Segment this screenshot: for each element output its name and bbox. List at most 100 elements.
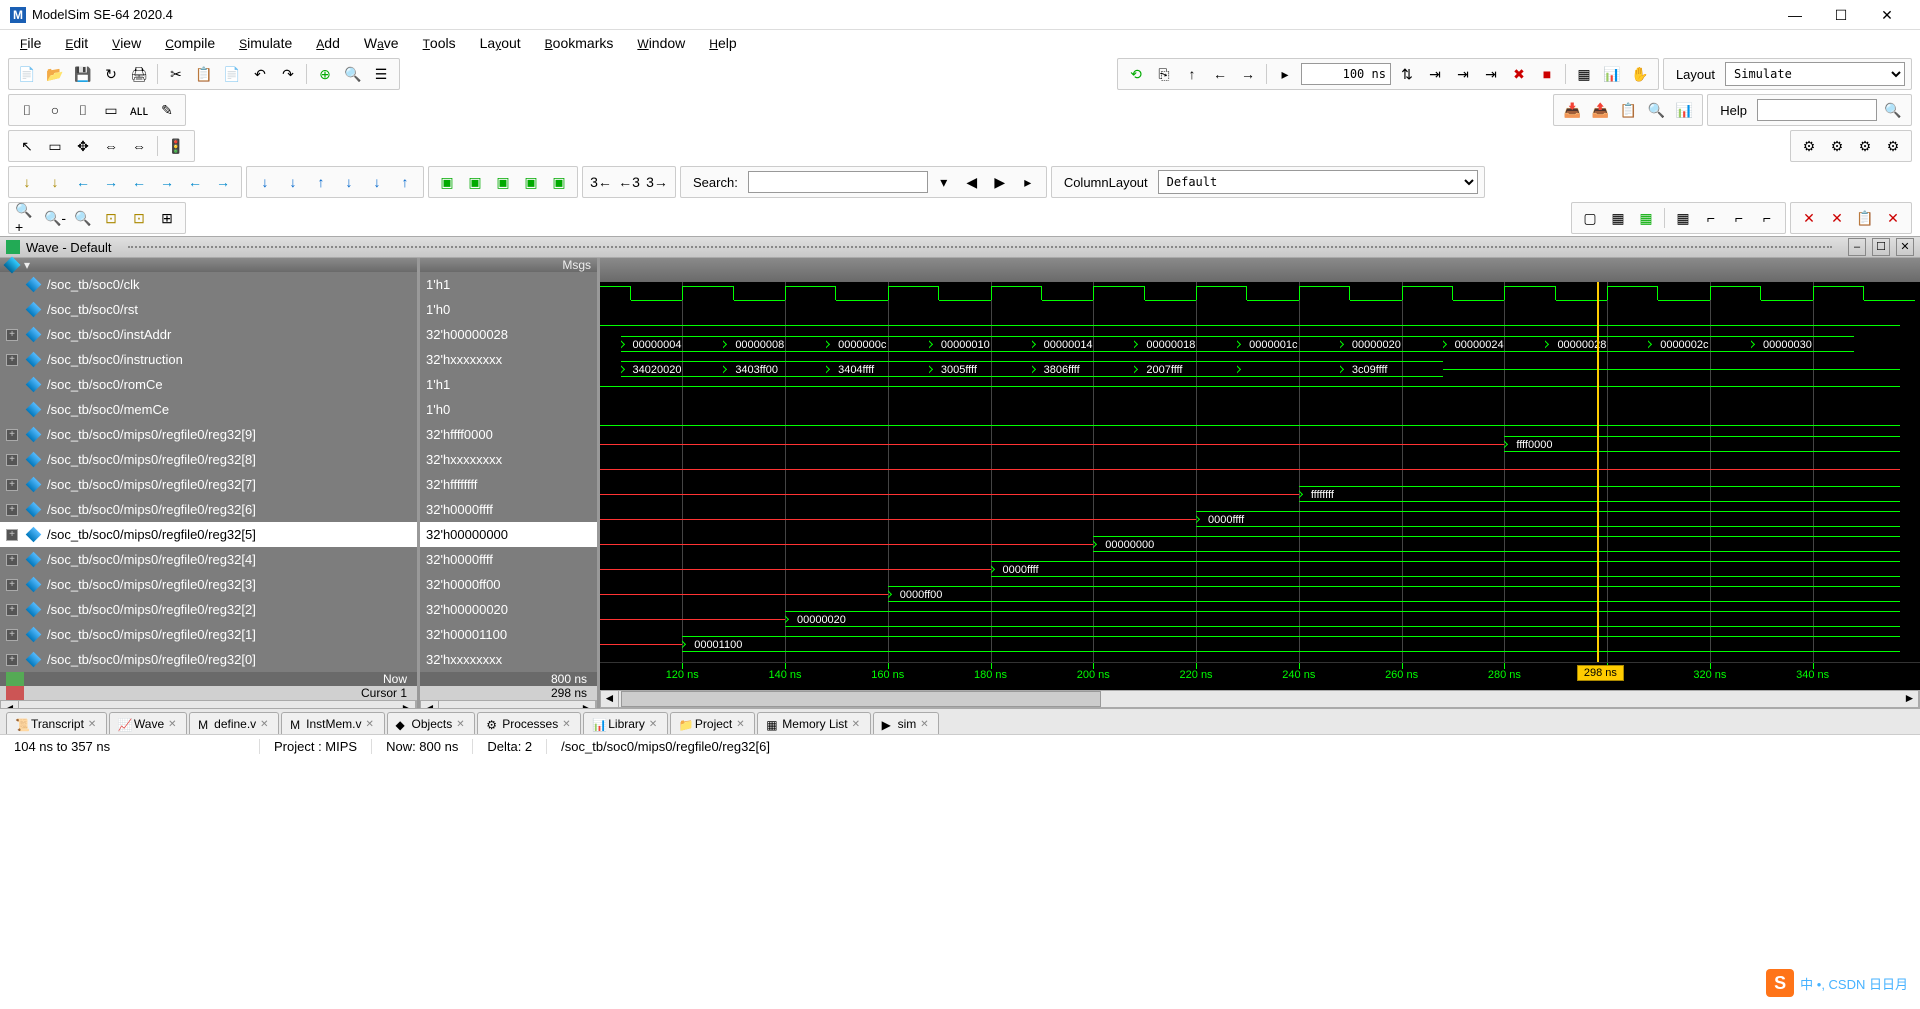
menu-bookmarks[interactable]: Bookmarks bbox=[533, 31, 626, 55]
gear3-icon[interactable]: ⚙ bbox=[1853, 134, 1877, 158]
signal-row[interactable]: + /soc_tb/soc0/mips0/regfile0/reg32[2] bbox=[0, 597, 417, 622]
h1-icon[interactable]: ✕ bbox=[1797, 206, 1821, 230]
f1-icon[interactable]: 3← bbox=[589, 170, 613, 194]
cursor-lock-icon[interactable] bbox=[6, 686, 24, 700]
tab-define-v[interactable]: M define.v ✕ bbox=[189, 712, 279, 734]
tab-instmem-v[interactable]: M InstMem.v ✕ bbox=[281, 712, 384, 734]
signal-row[interactable]: + /soc_tb/soc0/mips0/regfile0/reg32[6] bbox=[0, 497, 417, 522]
run-all-icon[interactable]: ⇥ bbox=[1479, 62, 1503, 86]
paste-icon[interactable]: 📄 bbox=[220, 62, 244, 86]
signal-row[interactable]: + /soc_tb/soc0/instAddr bbox=[0, 322, 417, 347]
expand-icon[interactable]: + bbox=[6, 554, 18, 566]
find-icon[interactable]: 🔍 bbox=[341, 62, 365, 86]
expand-icon[interactable]: + bbox=[6, 479, 18, 491]
tab-close-icon[interactable]: ✕ bbox=[260, 719, 270, 729]
gear4-icon[interactable]: ⚙ bbox=[1881, 134, 1905, 158]
tab-wave[interactable]: 📈 Wave ✕ bbox=[109, 712, 187, 734]
add-icon[interactable]: ⊕ bbox=[313, 62, 337, 86]
tab-close-icon[interactable]: ✕ bbox=[366, 719, 376, 729]
layout-select[interactable]: Simulate bbox=[1725, 62, 1905, 86]
expand-icon[interactable]: + bbox=[6, 504, 18, 516]
menu-help[interactable]: Help bbox=[697, 31, 748, 55]
wave-canvas[interactable]: 00000004000000080000000c0000001000000014… bbox=[600, 282, 1920, 662]
tb2-2-icon[interactable]: ○ bbox=[43, 98, 67, 122]
time-ruler[interactable]: 120 ns140 ns160 ns180 ns200 ns220 ns240 … bbox=[600, 662, 1920, 690]
new-icon[interactable]: 📄 bbox=[15, 62, 39, 86]
signal-row[interactable]: + /soc_tb/soc0/mips0/regfile0/reg32[0] bbox=[0, 647, 417, 672]
open-icon[interactable]: 📂 bbox=[43, 62, 67, 86]
expand-icon[interactable]: + bbox=[6, 429, 18, 441]
signal-row[interactable]: + /soc_tb/soc0/mips0/regfile0/reg32[3] bbox=[0, 572, 417, 597]
signal-row[interactable]: + /soc_tb/soc0/clk bbox=[0, 272, 417, 297]
d6-icon[interactable]: ↑ bbox=[393, 170, 417, 194]
tb2-b4-icon[interactable]: 🔍 bbox=[1644, 98, 1668, 122]
run-step-icon[interactable]: ⇥ bbox=[1423, 62, 1447, 86]
updown-icon[interactable]: ⇅ bbox=[1395, 62, 1419, 86]
tb2-4-icon[interactable]: ▭ bbox=[99, 98, 123, 122]
maximize-button[interactable]: ☐ bbox=[1818, 0, 1864, 30]
expand-icon[interactable]: ⇔ bbox=[127, 134, 151, 158]
c6-icon[interactable]: → bbox=[155, 170, 179, 194]
search-prev-icon[interactable]: ◀ bbox=[960, 170, 984, 194]
h4-icon[interactable]: ✕ bbox=[1881, 206, 1905, 230]
tb2-all-icon[interactable]: ᴀʟʟ bbox=[127, 98, 151, 122]
g6-icon[interactable]: ⌐ bbox=[1727, 206, 1751, 230]
signal-row[interactable]: + /soc_tb/soc0/memCe bbox=[0, 397, 417, 422]
signal-row[interactable]: + /soc_tb/soc0/mips0/regfile0/reg32[8] bbox=[0, 447, 417, 472]
tb2-b1-icon[interactable]: 📥 bbox=[1560, 98, 1584, 122]
shrink-icon[interactable]: ⇔ bbox=[99, 134, 123, 158]
menu-tools[interactable]: Tools bbox=[411, 31, 468, 55]
run-time-input[interactable] bbox=[1301, 63, 1391, 85]
menu-window[interactable]: Window bbox=[625, 31, 697, 55]
tab-processes[interactable]: ⚙ Processes ✕ bbox=[477, 712, 581, 734]
right-arrow-icon[interactable]: → bbox=[1236, 62, 1260, 86]
zoom-in-icon[interactable]: 🔍+ bbox=[15, 206, 39, 230]
expand-icon[interactable]: + bbox=[6, 354, 18, 366]
wave-close-icon[interactable]: ✕ bbox=[1896, 238, 1914, 256]
signal-row[interactable]: + /soc_tb/soc0/mips0/regfile0/reg32[1] bbox=[0, 622, 417, 647]
h3-icon[interactable]: 📋 bbox=[1853, 206, 1877, 230]
c7-icon[interactable]: ← bbox=[183, 170, 207, 194]
tab-close-icon[interactable]: ✕ bbox=[168, 719, 178, 729]
redo-icon[interactable]: ↷ bbox=[276, 62, 300, 86]
signal-row[interactable]: + /soc_tb/soc0/mips0/regfile0/reg32[7] bbox=[0, 472, 417, 497]
f2-icon[interactable]: ←3 bbox=[617, 170, 641, 194]
menu-edit[interactable]: Edit bbox=[53, 31, 100, 55]
close-button[interactable]: ✕ bbox=[1864, 0, 1910, 30]
run-icon[interactable]: ⇥ bbox=[1451, 62, 1475, 86]
mem-icon[interactable]: ▦ bbox=[1572, 62, 1596, 86]
e2-icon[interactable]: ▣ bbox=[463, 170, 487, 194]
menu-view[interactable]: View bbox=[100, 31, 153, 55]
zoom-range-icon[interactable]: ⊡ bbox=[127, 206, 151, 230]
pointer-icon[interactable]: ↖ bbox=[15, 134, 39, 158]
tab-close-icon[interactable]: ✕ bbox=[852, 719, 862, 729]
expand-icon[interactable]: + bbox=[6, 454, 18, 466]
g4-icon[interactable]: ▦ bbox=[1671, 206, 1695, 230]
signal-row[interactable]: + /soc_tb/soc0/romCe bbox=[0, 372, 417, 397]
menu-wave[interactable]: Wave bbox=[352, 31, 411, 55]
tab-close-icon[interactable]: ✕ bbox=[456, 719, 466, 729]
save-icon[interactable]: 💾 bbox=[71, 62, 95, 86]
reload-icon[interactable]: ↻ bbox=[99, 62, 123, 86]
stop-icon[interactable]: ■ bbox=[1535, 62, 1559, 86]
print-icon[interactable]: 🖨 bbox=[127, 62, 151, 86]
search-next-icon[interactable]: ▶ bbox=[988, 170, 1012, 194]
minimize-button[interactable]: — bbox=[1772, 0, 1818, 30]
up-arrow-icon[interactable]: ↑ bbox=[1180, 62, 1204, 86]
g3-icon[interactable]: ▦ bbox=[1634, 206, 1658, 230]
e4-icon[interactable]: ▣ bbox=[519, 170, 543, 194]
g2-icon[interactable]: ▦ bbox=[1606, 206, 1630, 230]
column-select[interactable]: Default bbox=[1158, 170, 1478, 194]
cursor-line[interactable] bbox=[1597, 282, 1599, 662]
search-opt-icon[interactable]: ▸ bbox=[1016, 170, 1040, 194]
c8-icon[interactable]: → bbox=[211, 170, 235, 194]
traffic-icon[interactable]: 🚦 bbox=[164, 134, 188, 158]
tab-library[interactable]: 📊 Library ✕ bbox=[583, 712, 668, 734]
search-input[interactable] bbox=[748, 171, 928, 193]
tab-close-icon[interactable]: ✕ bbox=[649, 719, 659, 729]
plot-hscroll[interactable]: ◄► bbox=[600, 690, 1920, 708]
list-icon[interactable]: ☰ bbox=[369, 62, 393, 86]
expand-icon[interactable]: + bbox=[6, 529, 18, 541]
tab-transcript[interactable]: 📜 Transcript ✕ bbox=[6, 712, 107, 734]
cursor-badge[interactable]: 298 ns bbox=[1577, 665, 1624, 681]
